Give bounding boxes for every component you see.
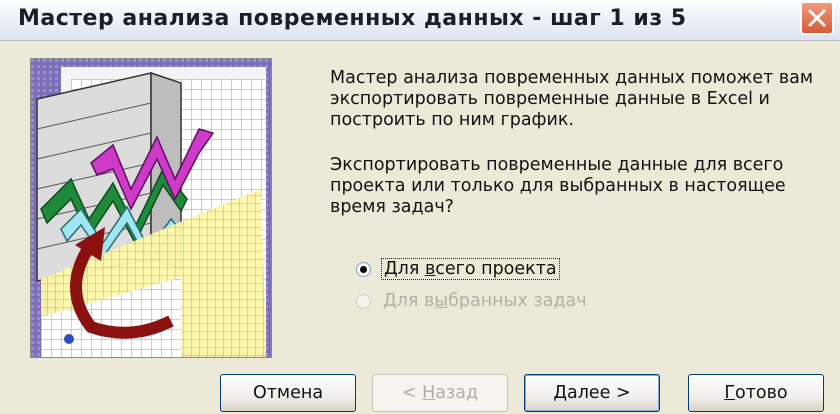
close-button[interactable] [800,1,834,35]
wizard-illustration [30,58,272,358]
chart-export-illustration-icon [31,59,271,357]
title-bar[interactable]: Мастер анализа повременных данных - шаг … [0,0,840,41]
window-title: Мастер анализа повременных данных - шаг … [18,6,687,31]
wizard-dialog: Мастер анализа повременных данных - шаг … [0,0,840,414]
radio-button-selected[interactable] [356,261,371,277]
radio-whole-project[interactable]: Для всего проекта [356,257,560,281]
radio-whole-project-label[interactable]: Для всего проекта [381,258,560,280]
finish-button[interactable]: Готово [688,374,824,412]
radio-selected-tasks[interactable]: Для выбранных задач [356,289,589,313]
wizard-description: Мастер анализа повременных данных поможе… [330,68,830,218]
back-button[interactable]: < Назад [372,374,508,412]
cancel-button[interactable]: Отмена [220,374,356,412]
next-button[interactable]: Далее > [524,374,660,412]
description-paragraph-2: Экспортировать повременные данные для вс… [330,155,786,217]
close-icon [808,9,826,27]
description-paragraph-1: Мастер анализа повременных данных поможе… [330,68,814,130]
radio-button-unselected[interactable] [356,293,371,309]
radio-selected-tasks-label[interactable]: Для выбранных задач [381,291,589,311]
